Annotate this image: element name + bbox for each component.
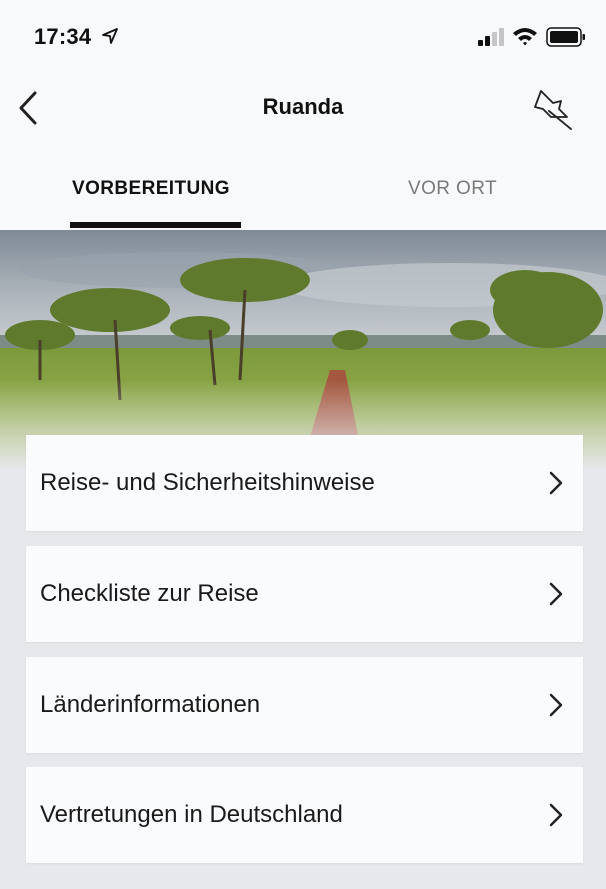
menu-item-checkliste[interactable]: Checkliste zur Reise [26, 546, 583, 642]
chevron-right-icon [549, 693, 563, 717]
pushpin-icon [534, 90, 572, 130]
hero-image [0, 230, 606, 470]
navigation-bar: Ruanda [0, 76, 606, 140]
location-arrow-icon [102, 28, 118, 44]
menu-item-label: Checkliste zur Reise [40, 580, 259, 607]
battery-icon [546, 27, 585, 47]
tab-vorbereitung[interactable]: VORBEREITUNG [72, 178, 230, 200]
active-tab-indicator [70, 222, 241, 228]
wifi-icon [513, 28, 537, 46]
menu-item-reise-sicherheitshinweise[interactable]: Reise- und Sicherheitshinweise [26, 435, 583, 531]
chevron-right-icon [549, 471, 563, 495]
menu-item-laenderinformationen[interactable]: Länderinformationen [26, 657, 583, 753]
chevron-right-icon [549, 582, 563, 606]
menu-item-vertretungen[interactable]: Vertretungen in Deutschland [26, 767, 583, 863]
page-title: Ruanda [262, 94, 344, 119]
pin-button[interactable] [526, 84, 576, 134]
menu-item-label: Vertretungen in Deutschland [40, 801, 343, 828]
status-bar: 17:34 [0, 0, 606, 76]
menu-item-label: Reise- und Sicherheitshinweise [40, 469, 375, 496]
chevron-right-icon [549, 803, 563, 827]
status-time: 17:34 [34, 24, 92, 49]
cellular-signal-icon [478, 28, 504, 46]
tab-bar: VORBEREITUNG VOR ORT [0, 140, 606, 230]
tab-vor-ort[interactable]: VOR ORT [408, 178, 497, 200]
menu-item-label: Länderinformationen [40, 691, 261, 718]
